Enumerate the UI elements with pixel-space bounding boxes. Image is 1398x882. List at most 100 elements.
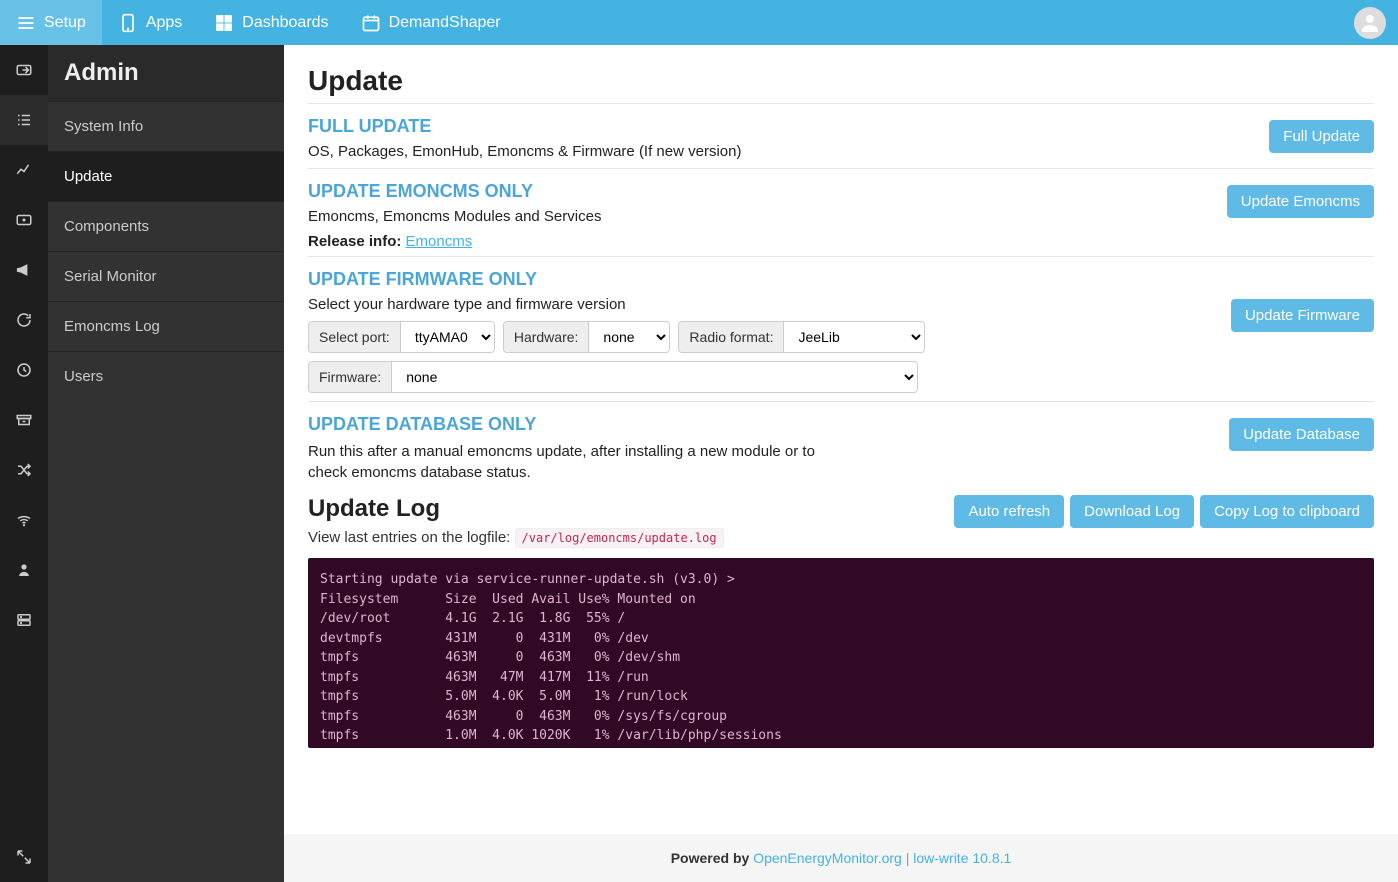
rail-item-7[interactable]: [0, 345, 48, 395]
server-icon: [15, 611, 33, 629]
log-title: Update Log: [308, 495, 724, 523]
sidebar-item-label: System Info: [64, 118, 143, 135]
rail-item-5[interactable]: [0, 245, 48, 295]
update-firmware-button[interactable]: Update Firmware: [1231, 299, 1374, 332]
sidebar-item-label: Serial Monitor: [64, 268, 157, 285]
download-log-button[interactable]: Download Log: [1070, 495, 1194, 528]
firmware-select[interactable]: none: [392, 362, 917, 392]
archive-icon: [15, 411, 33, 429]
nav-apps[interactable]: Apps: [102, 0, 198, 45]
sidebar-item-label: Users: [64, 368, 103, 385]
phone-icon: [118, 13, 138, 33]
divider: [308, 168, 1374, 169]
footer: Powered by OpenEnergyMonitor.org | low-w…: [284, 834, 1398, 882]
nav-dashboards-label: Dashboards: [242, 14, 328, 32]
rail-item-9[interactable]: [0, 445, 48, 495]
port-field: Select port: ttyAMA0: [308, 321, 495, 353]
rail-item-10[interactable]: [0, 495, 48, 545]
dashboard-icon: [214, 13, 234, 33]
firmware-label: Firmware:: [309, 362, 392, 392]
sidebar-item-serial-monitor[interactable]: Serial Monitor: [48, 251, 284, 301]
section-desc: Emoncms, Emoncms Modules and Services: [308, 208, 1234, 225]
nav-dashboards[interactable]: Dashboards: [198, 0, 344, 45]
page-title: Update: [308, 65, 1374, 97]
sidebar-title: Admin: [48, 45, 284, 101]
divider: [308, 256, 1374, 257]
calendar-icon: [361, 13, 381, 33]
auto-refresh-button[interactable]: Auto refresh: [954, 495, 1064, 528]
user-icon: [1358, 11, 1382, 35]
release-label: Release info:: [308, 233, 401, 250]
hardware-field: Hardware: none: [503, 321, 671, 353]
section-title: UPDATE EMONCMS ONLY: [308, 181, 1234, 202]
nav-setup[interactable]: Setup: [0, 0, 102, 45]
release-link[interactable]: Emoncms: [406, 233, 473, 250]
icon-rail: [0, 45, 48, 882]
update-database-button[interactable]: Update Database: [1229, 418, 1374, 451]
firmware-field: Firmware: none: [308, 361, 918, 393]
clock-icon: [15, 361, 33, 379]
section-title: UPDATE FIRMWARE ONLY: [308, 269, 1234, 290]
graph-icon: [15, 161, 33, 179]
release-info: Release info: Emoncms: [308, 233, 1234, 250]
port-select[interactable]: ttyAMA0: [401, 322, 494, 352]
footer-powered: Powered by: [671, 850, 750, 866]
sidebar-item-label: Components: [64, 218, 149, 235]
sidebar-item-update[interactable]: Update: [48, 151, 284, 201]
footer-version[interactable]: low-write 10.8.1: [913, 850, 1011, 866]
log-desc-line: View last entries on the logfile: /var/l…: [308, 529, 724, 546]
divider: [308, 103, 1374, 104]
update-emoncms-button[interactable]: Update Emoncms: [1227, 185, 1374, 218]
log-desc: View last entries on the logfile:: [308, 529, 510, 546]
sidebar-item-label: Update: [64, 168, 112, 185]
rail-item-1[interactable]: [0, 45, 48, 95]
rail-item-2[interactable]: [0, 95, 48, 145]
sidebar: Admin System Info Update Components Seri…: [48, 45, 284, 882]
log-output[interactable]: Starting update via service-runner-updat…: [308, 558, 1374, 748]
log-path: /var/log/emoncms/update.log: [515, 528, 724, 548]
nav-demandshaper[interactable]: DemandShaper: [345, 0, 517, 45]
person-icon: [15, 561, 33, 579]
hardware-label: Hardware:: [504, 322, 590, 352]
rail-item-6[interactable]: [0, 295, 48, 345]
full-update-button[interactable]: Full Update: [1269, 120, 1374, 153]
shuffle-icon: [15, 461, 33, 479]
rail-item-12[interactable]: [0, 595, 48, 645]
radio-select[interactable]: JeeLib: [784, 322, 924, 352]
sidebar-item-system-info[interactable]: System Info: [48, 101, 284, 151]
list-icon: [15, 111, 33, 129]
hardware-select[interactable]: none: [589, 322, 669, 352]
menu-icon: [16, 13, 36, 33]
sidebar-item-emoncms-log[interactable]: Emoncms Log: [48, 301, 284, 351]
radio-label: Radio format:: [679, 322, 784, 352]
megaphone-icon: [15, 261, 33, 279]
sidebar-item-components[interactable]: Components: [48, 201, 284, 251]
section-update-firmware: UPDATE FIRMWARE ONLY Select your hardwar…: [308, 269, 1374, 393]
section-desc: OS, Packages, EmonHub, Emoncms & Firmwar…: [308, 143, 1234, 160]
section-update-emoncms: UPDATE EMONCMS ONLY Emoncms, Emoncms Mod…: [308, 181, 1374, 250]
refresh-icon: [15, 311, 33, 329]
rail-item-expand[interactable]: [0, 832, 48, 882]
user-avatar[interactable]: [1354, 7, 1386, 39]
log-header: Update Log View last entries on the logf…: [308, 495, 1374, 546]
sidebar-item-users[interactable]: Users: [48, 351, 284, 401]
rail-item-8[interactable]: [0, 395, 48, 445]
section-desc: Select your hardware type and firmware v…: [308, 296, 1234, 313]
visualize-icon: [15, 211, 33, 229]
section-full-update: FULL UPDATE OS, Packages, EmonHub, Emonc…: [308, 116, 1374, 160]
rail-item-3[interactable]: [0, 145, 48, 195]
section-title: UPDATE DATABASE ONLY: [308, 414, 1234, 435]
sidebar-item-label: Emoncms Log: [64, 318, 160, 335]
section-update-database: UPDATE DATABASE ONLY Run this after a ma…: [308, 414, 1374, 483]
rail-item-4[interactable]: [0, 195, 48, 245]
expand-icon: [15, 848, 33, 866]
radio-field: Radio format: JeeLib: [678, 321, 925, 353]
main-content: Update FULL UPDATE OS, Packages, EmonHub…: [284, 45, 1398, 882]
footer-link[interactable]: OpenEnergyMonitor.org: [753, 850, 902, 866]
nav-demandshaper-label: DemandShaper: [389, 14, 501, 32]
rail-item-11[interactable]: [0, 545, 48, 595]
copy-log-button[interactable]: Copy Log to clipboard: [1200, 495, 1374, 528]
nav-apps-label: Apps: [146, 14, 182, 32]
section-title: FULL UPDATE: [308, 116, 1234, 137]
nav-setup-label: Setup: [44, 14, 86, 32]
